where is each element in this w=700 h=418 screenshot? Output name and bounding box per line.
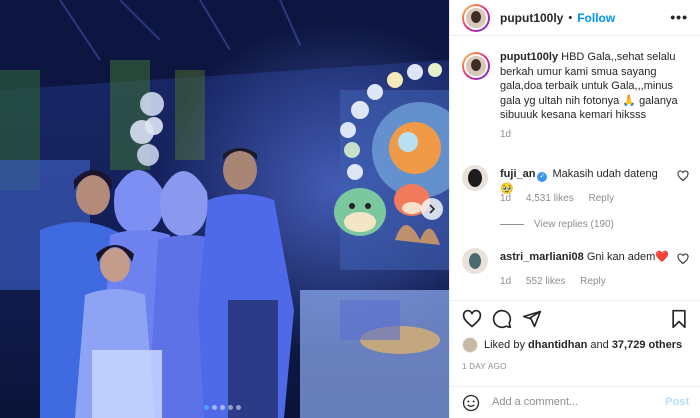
verified-badge-icon: ✓	[537, 172, 548, 182]
carousel-dot	[220, 405, 225, 410]
comment-avatar[interactable]	[462, 248, 488, 274]
party-photo-image	[0, 0, 449, 418]
comment-avatar[interactable]	[462, 165, 488, 191]
liked-by-others[interactable]: 37,729 others	[612, 339, 682, 351]
post-comment-button[interactable]: Post	[665, 396, 689, 408]
liked-by-prefix: Liked by	[484, 339, 525, 351]
liked-by-user[interactable]: dhantidhan	[528, 339, 587, 351]
post-photo[interactable]	[0, 0, 449, 418]
comment-meta: 1d 4,531 likes Reply	[500, 193, 626, 204]
comment-likes[interactable]: 552 likes	[526, 276, 565, 287]
follow-button[interactable]: Follow	[577, 11, 615, 25]
author-avatar[interactable]	[462, 3, 490, 32]
comment-text: astri_marliani08 Gni kan adem❤️	[500, 250, 670, 264]
carousel-next-button[interactable]	[421, 198, 443, 220]
comment-likes[interactable]: 4,531 likes	[526, 193, 574, 204]
liked-by-connector: and	[590, 339, 609, 351]
comment-text: fuji_an ✓ Makasih udah dateng🥹	[500, 167, 670, 196]
liked-by: Liked by dhantidhan and 37,729 others	[462, 337, 682, 353]
carousel-dot	[228, 405, 233, 410]
heart-icon[interactable]	[677, 170, 689, 182]
chevron-right-icon	[429, 204, 436, 214]
emoji-icon[interactable]	[462, 394, 480, 412]
carousel-dot	[204, 405, 209, 410]
carousel-dot	[212, 405, 217, 410]
instagram-post: puput100ly • Follow ••• puput100ly HBD G…	[0, 0, 700, 418]
view-replies-button[interactable]: View replies (190)	[500, 219, 614, 230]
caption-username[interactable]: puput100ly	[500, 51, 558, 63]
post-header: puput100ly • Follow •••	[450, 0, 700, 36]
add-comment-bar: Post	[450, 386, 700, 418]
comment-time: 1d	[500, 193, 512, 204]
author-username[interactable]: puput100ly	[500, 11, 563, 25]
caption: puput100ly HBD Gala,,sehat selalu berkah…	[450, 50, 700, 123]
carousel-indicator	[204, 405, 241, 410]
header-separator: •	[568, 11, 573, 24]
view-replies-label: View replies (190)	[534, 219, 614, 230]
carousel-dot	[236, 405, 241, 410]
caption-text: puput100ly HBD Gala,,sehat selalu berkah…	[500, 50, 689, 123]
caption-time: 1d	[500, 128, 512, 140]
post-side-panel: puput100ly • Follow ••• puput100ly HBD G…	[449, 0, 700, 418]
caption-avatar[interactable]	[462, 52, 490, 80]
like-heart-icon[interactable]	[462, 309, 482, 329]
post-actions	[450, 300, 700, 334]
liker-avatar[interactable]	[462, 337, 478, 353]
share-icon[interactable]	[522, 309, 542, 329]
reply-button[interactable]: Reply	[580, 276, 606, 287]
comments-list: puput100ly HBD Gala,,sehat selalu berkah…	[450, 50, 700, 140]
heart-icon[interactable]	[677, 253, 689, 265]
view-replies-line	[500, 224, 524, 225]
comment-username[interactable]: fuji_an	[500, 168, 535, 180]
reply-button[interactable]: Reply	[589, 193, 615, 204]
comment-body: Gni kan adem❤️	[586, 251, 670, 263]
comment-username[interactable]: astri_marliani08	[500, 251, 584, 263]
ellipsis-icon[interactable]: •••	[670, 9, 688, 25]
add-comment-input[interactable]	[492, 396, 652, 408]
comment-time: 1d	[500, 276, 512, 287]
comment-meta: 1d 552 likes Reply	[500, 276, 618, 287]
bookmark-icon[interactable]	[669, 309, 689, 329]
comment-icon[interactable]	[492, 309, 512, 329]
post-time-ago[interactable]: 1 DAY AGO	[462, 362, 507, 371]
